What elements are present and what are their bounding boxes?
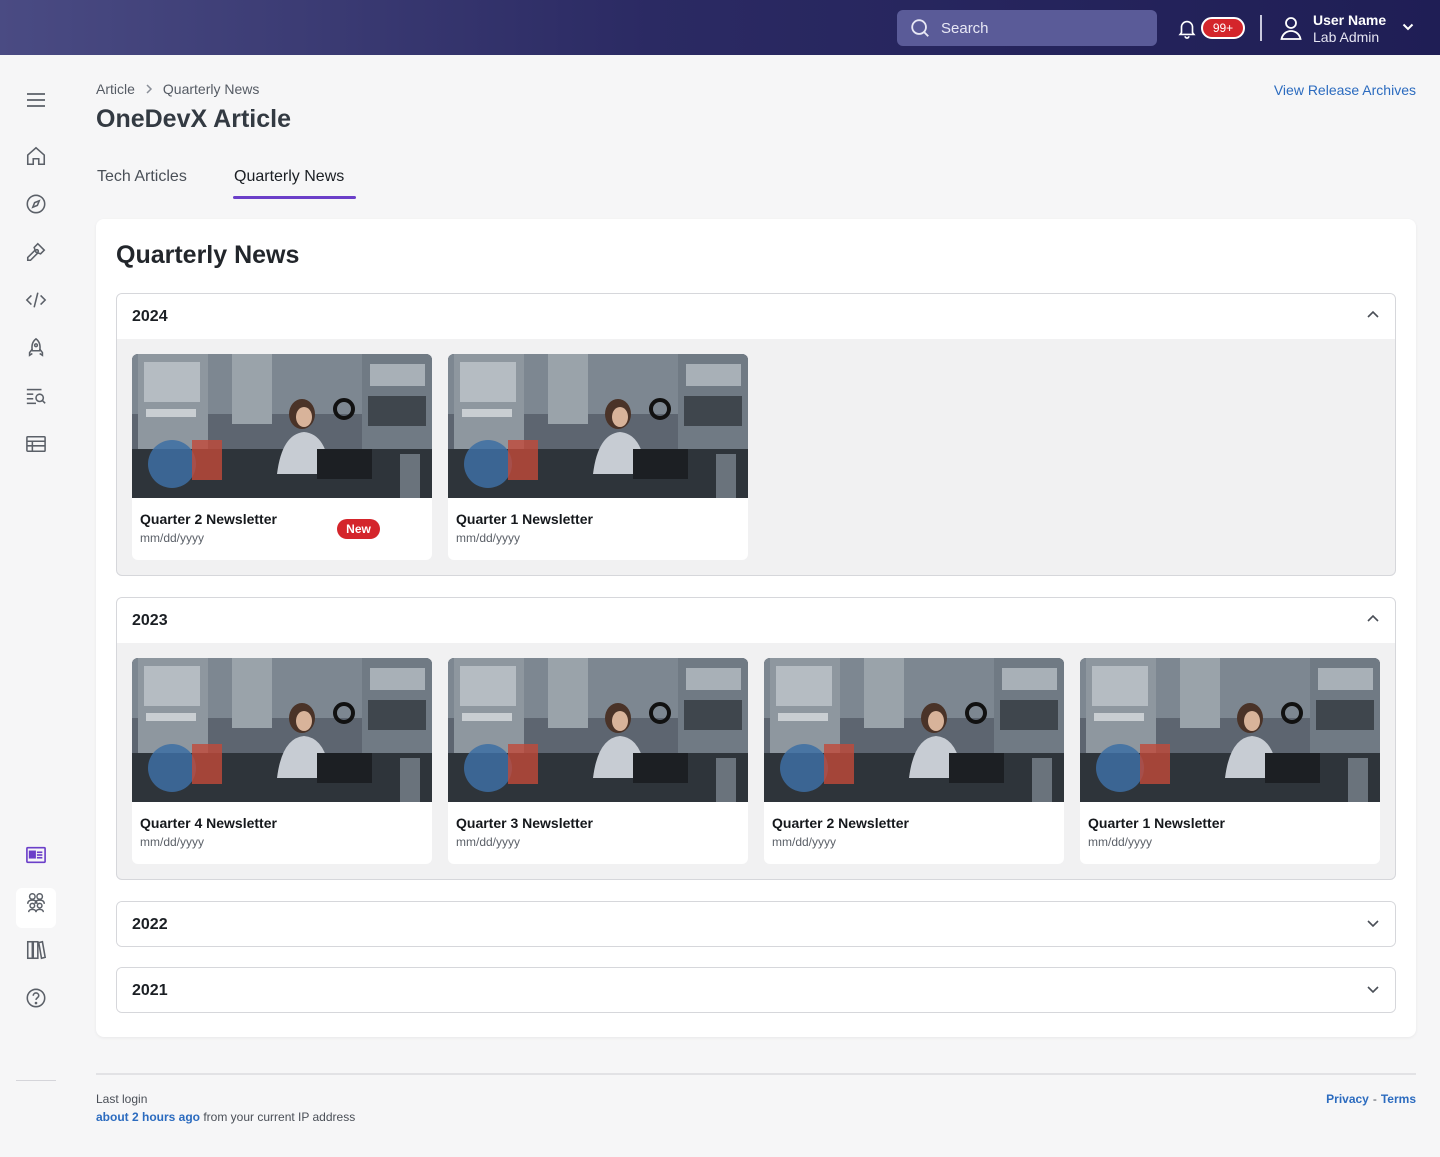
chevron-right-icon (146, 84, 152, 94)
search-icon (911, 19, 929, 37)
newsletter-thumbnail (448, 658, 748, 802)
library-icon[interactable] (24, 938, 48, 962)
accordion-2023: 2023 Quarter 4 Newsletter mm/dd/yyyy Qua… (116, 597, 1396, 880)
breadcrumb-item: Quarterly News (162, 81, 260, 97)
tab-quarterly-news[interactable]: Quarterly News (234, 168, 344, 186)
newsletter-card[interactable]: Quarter 1 Newsletter mm/dd/yyyy (448, 354, 748, 560)
lab-photo-image (448, 658, 748, 802)
page-title: OneDevX Article (96, 105, 291, 133)
lab-photo-image (1080, 658, 1380, 802)
breadcrumb: Article Quarterly News (96, 81, 259, 97)
tab-active-indicator (233, 196, 356, 199)
accordion-2021: 2021 (116, 967, 1396, 1013)
notification-badge: 99+ (1201, 17, 1245, 39)
newsletter-title: Quarter 1 Newsletter (1088, 815, 1225, 831)
view-release-archives-link[interactable]: View Release Archives (1274, 82, 1416, 98)
footer-divider (96, 1073, 1416, 1075)
last-login-label: Last login (96, 1092, 148, 1106)
accordion-year: 2022 (132, 915, 168, 933)
pen-icon[interactable] (24, 240, 48, 264)
user-icon[interactable] (1279, 15, 1303, 41)
privacy-link[interactable]: Privacy (1326, 1092, 1369, 1106)
lab-photo-image (132, 354, 432, 498)
search-input[interactable]: Search (897, 10, 1157, 46)
tab-tech-articles[interactable]: Tech Articles (97, 168, 187, 186)
header-divider (1260, 15, 1262, 41)
accordion-year: 2023 (132, 611, 168, 629)
newsletter-date: mm/dd/yyyy (140, 835, 205, 849)
newsletter-card[interactable]: Quarter 2 Newsletter mm/dd/yyyy (764, 658, 1064, 864)
footer-links: Privacy - Terms (1326, 1092, 1416, 1106)
user-role: Lab Admin (1313, 29, 1380, 45)
accordion-year: 2024 (132, 307, 168, 325)
terms-link[interactable]: Terms (1381, 1092, 1416, 1106)
search-list-icon[interactable] (24, 384, 48, 408)
accordion-year: 2021 (132, 981, 168, 999)
chevron-down-icon[interactable] (1402, 22, 1414, 32)
newsletter-thumbnail (132, 658, 432, 802)
newsletter-thumbnail (764, 658, 1064, 802)
newsletter-date: mm/dd/yyyy (772, 835, 837, 849)
newsletter-date: mm/dd/yyyy (1088, 835, 1153, 849)
accordion-2022: 2022 (116, 901, 1396, 947)
accordion-header[interactable]: 2021 (117, 968, 1395, 1012)
search-placeholder: Search (941, 19, 989, 37)
newsletter-thumbnail (1080, 658, 1380, 802)
newsletter-title: Quarter 2 Newsletter (772, 815, 909, 831)
chevron-up-icon[interactable] (1366, 308, 1380, 322)
sidebar-divider (16, 1080, 56, 1081)
accordion-header[interactable]: 2024 (117, 294, 1395, 339)
newsletter-card[interactable]: Quarter 4 Newsletter mm/dd/yyyy (132, 658, 432, 864)
newsletter-card[interactable]: Quarter 2 Newsletter mm/dd/yyyy New (132, 354, 432, 560)
newsletter-date: mm/dd/yyyy (140, 531, 205, 545)
lab-photo-image (448, 354, 748, 498)
chevron-down-icon[interactable] (1366, 982, 1380, 996)
last-login-info: about 2 hours ago from your current IP a… (96, 1110, 355, 1124)
rocket-icon[interactable] (24, 336, 48, 360)
lab-photo-image (132, 658, 432, 802)
accordion-header[interactable]: 2022 (117, 902, 1395, 946)
section-title: Quarterly News (116, 241, 300, 269)
login-suffix: from your current IP address (200, 1110, 356, 1124)
newspaper-icon[interactable] (24, 843, 48, 867)
top-bar: Search 99+ User Name Lab Admin (0, 0, 1440, 55)
newsletter-card[interactable]: Quarter 3 Newsletter mm/dd/yyyy (448, 658, 748, 864)
newsletter-title: Quarter 3 Newsletter (456, 815, 593, 831)
lab-photo-image (764, 658, 1064, 802)
menu-icon[interactable] (24, 88, 48, 112)
breadcrumb-item[interactable]: Article (96, 81, 135, 97)
compass-icon[interactable] (24, 192, 48, 216)
table-icon[interactable] (24, 432, 48, 456)
newsletter-thumbnail (448, 354, 748, 498)
chevron-down-icon[interactable] (1366, 916, 1380, 930)
sidebar (0, 55, 72, 1157)
quarterly-news-panel: Quarterly News 2024 Quarter 2 Newsletter… (96, 219, 1416, 1037)
accordion-header[interactable]: 2023 (117, 598, 1395, 643)
team-icon[interactable] (24, 890, 48, 914)
user-name[interactable]: User Name (1313, 12, 1386, 28)
newsletter-date: mm/dd/yyyy (456, 835, 521, 849)
newsletter-title: Quarter 4 Newsletter (140, 815, 277, 831)
newsletter-card[interactable]: Quarter 1 Newsletter mm/dd/yyyy (1080, 658, 1380, 864)
chevron-up-icon[interactable] (1366, 612, 1380, 626)
newsletter-title: Quarter 2 Newsletter (140, 511, 277, 527)
help-icon[interactable] (24, 986, 48, 1010)
newsletter-date: mm/dd/yyyy (456, 531, 521, 545)
login-time: about 2 hours ago (96, 1110, 201, 1124)
accordion-2024: 2024 Quarter 2 Newsletter mm/dd/yyyy New (116, 293, 1396, 576)
newsletter-title: Quarter 1 Newsletter (456, 511, 593, 527)
newsletter-thumbnail (132, 354, 432, 498)
bell-icon[interactable] (1176, 16, 1198, 40)
footer-separator: - (1372, 1092, 1377, 1106)
new-badge: New (337, 519, 380, 539)
code-icon[interactable] (24, 288, 48, 312)
home-icon[interactable] (24, 144, 48, 168)
